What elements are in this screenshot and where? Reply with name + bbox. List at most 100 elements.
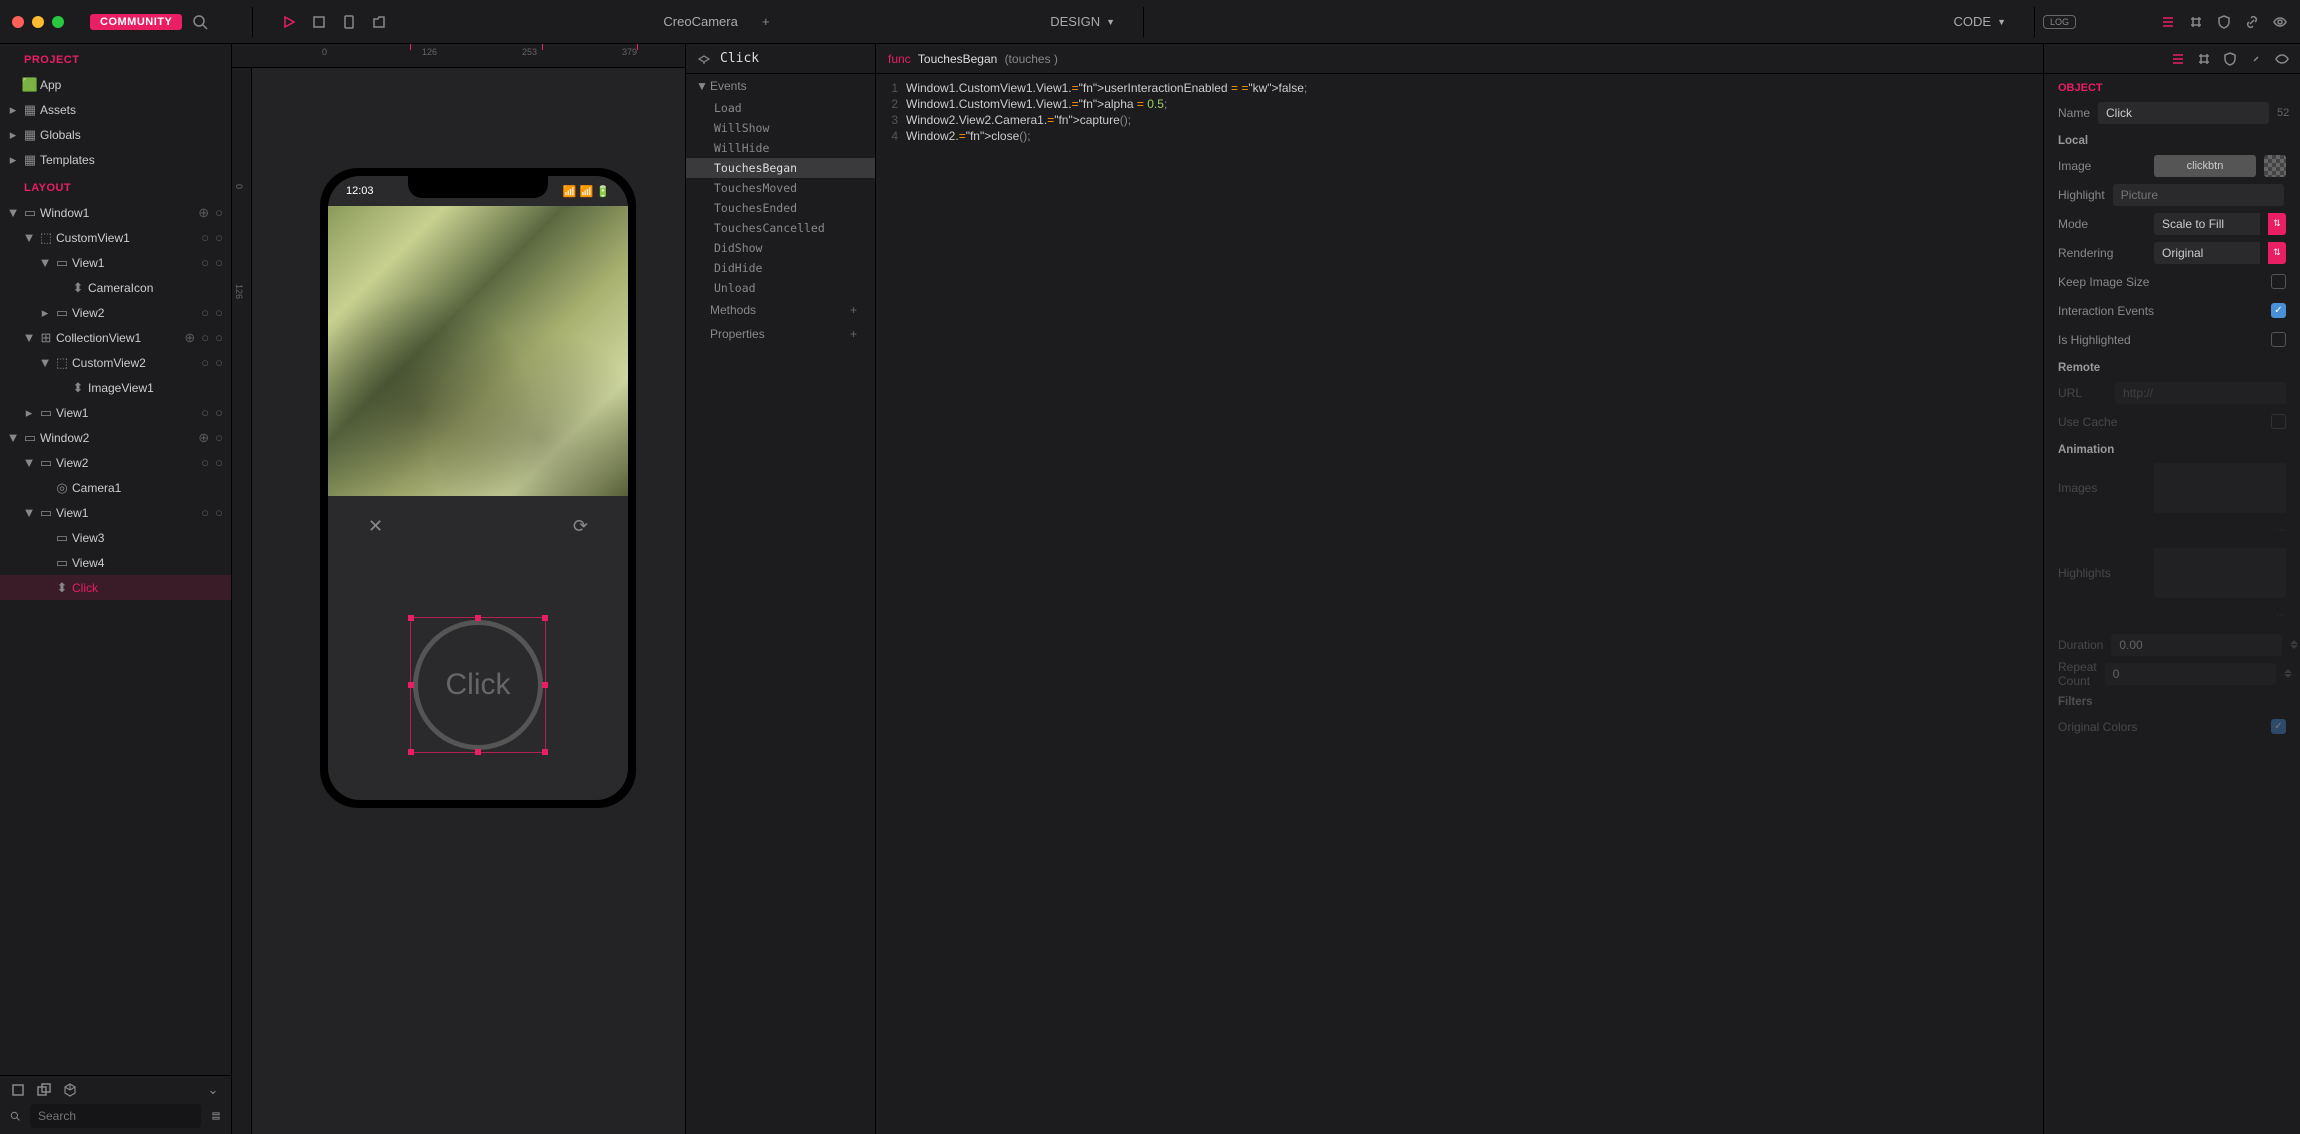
camera-preview	[328, 206, 628, 496]
keep-image-size-checkbox[interactable]	[2271, 274, 2286, 289]
highlights-list[interactable]	[2154, 548, 2286, 598]
event-touchesbegan[interactable]: TouchesBegan	[686, 158, 875, 178]
code-body[interactable]: 1234 Window1.CustomView1.View1.="fn">use…	[876, 74, 2043, 1134]
inspector-tab-link[interactable]	[2248, 51, 2264, 67]
events-title: Click	[720, 51, 759, 66]
filters-header: Filters	[2044, 688, 2300, 712]
layout-item-customview2[interactable]: ▼⬚CustomView2○○	[0, 350, 231, 375]
frame-icon[interactable]	[2188, 14, 2204, 30]
project-icon[interactable]	[371, 14, 387, 30]
layout-item-window1[interactable]: ▼▭Window1⊕○	[0, 200, 231, 225]
window-controls	[12, 16, 64, 28]
repeat-count-input[interactable]	[2105, 663, 2276, 685]
repeat-stepper[interactable]	[2284, 663, 2292, 685]
project-item-app[interactable]: 🟩App	[0, 72, 231, 97]
images-list[interactable]	[2154, 463, 2286, 513]
event-didshow[interactable]: DidShow	[686, 238, 875, 258]
minimize-window[interactable]	[32, 16, 44, 28]
original-colors-checkbox[interactable]: ✓	[2271, 719, 2286, 734]
rendering-select[interactable]: Original	[2154, 242, 2260, 264]
layout-item-camera1[interactable]: ◎Camera1	[0, 475, 231, 500]
layout-item-view1[interactable]: ▸▭View1○○	[0, 400, 231, 425]
duration-input[interactable]	[2111, 634, 2282, 656]
methods-section[interactable]: Methods +	[686, 298, 875, 322]
device-icon[interactable]	[341, 14, 357, 30]
add-object-icon[interactable]	[10, 1082, 26, 1098]
highlight-input[interactable]	[2113, 184, 2284, 206]
close-icon[interactable]: ✕	[368, 516, 383, 537]
community-badge[interactable]: COMMUNITY	[90, 14, 182, 30]
event-didhide[interactable]: DidHide	[686, 258, 875, 278]
object-header: OBJECT	[2044, 74, 2300, 98]
design-mode-select[interactable]: DESIGN ▼	[1050, 14, 1115, 29]
object-icon	[696, 51, 712, 67]
layout-item-window2[interactable]: ▼▭Window2⊕○	[0, 425, 231, 450]
add-property-icon[interactable]: +	[850, 327, 865, 341]
search-icon[interactable]	[192, 14, 208, 30]
canvas-viewport[interactable]: 12:03 📶 📶 🔋 ✕ ⟳	[252, 68, 685, 1134]
layout-item-view2[interactable]: ▸▭View2○○	[0, 300, 231, 325]
name-input[interactable]	[2098, 102, 2269, 124]
layout-item-cameraicon[interactable]: ⬍CameraIcon	[0, 275, 231, 300]
event-touchesended[interactable]: TouchesEnded	[686, 198, 875, 218]
animation-header: Animation	[2044, 436, 2300, 460]
chevron-down-icon[interactable]: ⌄	[205, 1082, 221, 1098]
zoom-window[interactable]	[52, 16, 64, 28]
is-highlighted-checkbox[interactable]	[2271, 332, 2286, 347]
design-canvas: 0 126 253 379 0 126	[232, 44, 686, 1134]
properties-section[interactable]: Properties +	[686, 322, 875, 346]
event-willhide[interactable]: WillHide	[686, 138, 875, 158]
ruler-vertical: 0 126	[232, 68, 252, 1134]
refresh-icon[interactable]: ⟳	[573, 516, 588, 537]
inspector-tab-shield[interactable]	[2222, 51, 2238, 67]
link-icon[interactable]	[2244, 14, 2260, 30]
layout-item-view2[interactable]: ▼▭View2○○	[0, 450, 231, 475]
cube-icon[interactable]	[62, 1082, 78, 1098]
event-willshow[interactable]: WillShow	[686, 118, 875, 138]
layout-item-click[interactable]: ⬍Click	[0, 575, 231, 600]
event-load[interactable]: Load	[686, 98, 875, 118]
filter-icon[interactable]	[211, 1108, 221, 1124]
layout-item-view3[interactable]: ▭View3	[0, 525, 231, 550]
project-section-header: PROJECT	[0, 44, 231, 72]
event-touchesmoved[interactable]: TouchesMoved	[686, 178, 875, 198]
event-touchescancelled[interactable]: TouchesCancelled	[686, 218, 875, 238]
mode-arrows[interactable]: ⇅	[2268, 213, 2286, 235]
stop-icon[interactable]	[311, 14, 327, 30]
use-cache-checkbox[interactable]	[2271, 414, 2286, 429]
url-input[interactable]	[2115, 382, 2286, 404]
project-item-templates[interactable]: ▸▦Templates	[0, 147, 231, 172]
layout-item-view4[interactable]: ▭View4	[0, 550, 231, 575]
code-mode-select[interactable]: CODE ▼	[1954, 14, 2006, 29]
project-item-assets[interactable]: ▸▦Assets	[0, 97, 231, 122]
rendering-arrows[interactable]: ⇅	[2268, 242, 2286, 264]
add-tab-icon[interactable]: +	[758, 14, 774, 30]
add-group-icon[interactable]	[36, 1082, 52, 1098]
close-window[interactable]	[12, 16, 24, 28]
image-color-swatch[interactable]	[2264, 155, 2286, 177]
layout-item-view1[interactable]: ▼▭View1○○	[0, 250, 231, 275]
events-section[interactable]: ▼ Events	[686, 74, 875, 98]
search-icon	[10, 1108, 20, 1124]
layout-item-customview1[interactable]: ▼⬚CustomView1○○	[0, 225, 231, 250]
inspector-tab-eye[interactable]	[2274, 51, 2290, 67]
interaction-events-checkbox[interactable]: ✓	[2271, 303, 2286, 318]
log-badge[interactable]: LOG	[2043, 15, 2076, 29]
layout-item-imageview1[interactable]: ⬍ImageView1	[0, 375, 231, 400]
shield-icon[interactable]	[2216, 14, 2232, 30]
layout-item-collectionview1[interactable]: ▼⊞CollectionView1⊕○○	[0, 325, 231, 350]
add-method-icon[interactable]: +	[850, 303, 865, 317]
search-input[interactable]	[30, 1104, 201, 1128]
inspector-tab-frame[interactable]	[2196, 51, 2212, 67]
play-icon[interactable]	[281, 14, 297, 30]
project-item-globals[interactable]: ▸▦Globals	[0, 122, 231, 147]
mode-select[interactable]: Scale to Fill	[2154, 213, 2260, 235]
list-view-icon[interactable]	[2160, 14, 2176, 30]
inspector-tab-list[interactable]	[2170, 51, 2186, 67]
eye-icon[interactable]	[2272, 14, 2288, 30]
event-unload[interactable]: Unload	[686, 278, 875, 298]
image-swatch[interactable]: clickbtn	[2154, 155, 2256, 177]
layout-item-view1[interactable]: ▼▭View1○○	[0, 500, 231, 525]
duration-stepper[interactable]	[2290, 634, 2298, 656]
ruler-horizontal: 0 126 253 379	[232, 44, 685, 68]
